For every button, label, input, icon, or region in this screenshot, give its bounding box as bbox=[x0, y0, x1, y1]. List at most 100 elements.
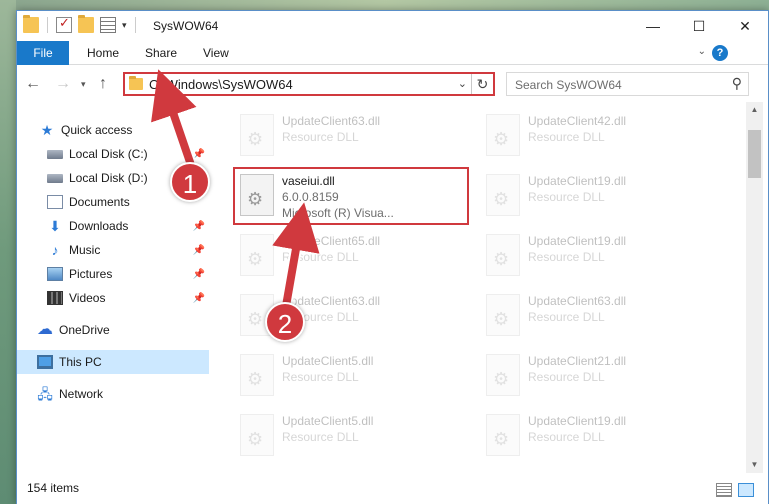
list-item[interactable]: UpdateClient5.dll Resource DLL bbox=[230, 348, 460, 406]
sidebar-item-label: Videos bbox=[69, 291, 106, 305]
list-item-vaseiui-dll[interactable]: vaseiui.dll 6.0.0.8159 Microsoft (R) Vis… bbox=[230, 168, 460, 226]
dll-file-icon bbox=[486, 174, 520, 216]
file-type: Resource DLL bbox=[528, 430, 605, 444]
recent-locations-chevron-icon[interactable]: ▾ bbox=[81, 79, 86, 90]
dll-file-icon bbox=[486, 414, 520, 456]
details-view-icon[interactable] bbox=[716, 483, 732, 497]
pin-icon: 📌 bbox=[192, 268, 205, 280]
video-icon bbox=[47, 291, 63, 305]
dll-file-icon bbox=[486, 354, 520, 396]
list-item[interactable]: UpdateClient19.dll Resource DLL bbox=[476, 228, 706, 286]
sidebar-item-label: OneDrive bbox=[59, 323, 110, 337]
scroll-down-icon[interactable]: ▼ bbox=[746, 457, 763, 473]
sidebar-item-label: Network bbox=[59, 387, 104, 401]
window-title: SysWOW64 bbox=[153, 19, 219, 33]
sidebar-item-this-pc[interactable]: This PC bbox=[17, 350, 209, 374]
refresh-icon[interactable]: ↻ bbox=[471, 74, 493, 94]
sidebar-item-pictures[interactable]: Pictures 📌 bbox=[17, 262, 209, 286]
help-icon[interactable]: ? bbox=[712, 45, 728, 61]
sidebar-item-label: Documents bbox=[69, 195, 130, 209]
customize-icon[interactable] bbox=[100, 17, 116, 33]
folder-icon bbox=[23, 15, 39, 33]
scrollbar-thumb[interactable] bbox=[748, 130, 761, 178]
sidebar-item-label: This PC bbox=[59, 355, 102, 369]
navigation-pane: ★ Quick access Local Disk (C:) 📌 Local D… bbox=[17, 102, 209, 473]
file-type: Resource DLL bbox=[282, 130, 359, 144]
search-box[interactable]: Search SysWOW64 ⚲ bbox=[506, 72, 749, 96]
sidebar-item-label: Pictures bbox=[69, 267, 113, 281]
dll-file-icon bbox=[486, 234, 520, 276]
file-name: UpdateClient63.dll bbox=[282, 114, 381, 128]
forward-arrow-icon[interactable]: → bbox=[55, 75, 71, 93]
sidebar-item-onedrive[interactable]: ☁ OneDrive bbox=[17, 318, 209, 342]
sidebar-item-quick-access[interactable]: ★ Quick access bbox=[17, 118, 209, 142]
sidebar-item-downloads[interactable]: ⬇ Downloads 📌 bbox=[17, 214, 209, 238]
step-badge-1: 1 bbox=[170, 162, 210, 202]
sidebar-item-music[interactable]: ♪ Music 📌 bbox=[17, 238, 209, 262]
file-type: Resource DLL bbox=[528, 190, 605, 204]
new-folder-icon[interactable] bbox=[78, 15, 94, 33]
list-item[interactable]: UpdateClient19.dll Resource DLL bbox=[476, 168, 706, 226]
desktop-background-top bbox=[0, 0, 769, 10]
desktop-background-left bbox=[0, 0, 16, 504]
tab-file[interactable]: File bbox=[17, 41, 69, 65]
sidebar-item-local-disk-c[interactable]: Local Disk (C:) 📌 bbox=[17, 142, 209, 166]
list-item[interactable]: UpdateClient65.dll Resource DLL bbox=[230, 228, 460, 286]
tab-share[interactable]: Share bbox=[135, 41, 187, 65]
file-company: Microsoft (R) Visua... bbox=[282, 206, 394, 220]
quick-access-toolbar: ▾ bbox=[23, 15, 138, 33]
tab-home[interactable]: Home bbox=[77, 41, 129, 65]
sidebar-item-label: Quick access bbox=[61, 123, 133, 137]
address-path[interactable]: C:\Windows\SysWOW64 bbox=[149, 77, 293, 92]
list-item[interactable]: UpdateClient5.dll Resource DLL bbox=[230, 408, 460, 466]
file-type: Resource DLL bbox=[282, 250, 359, 264]
list-item[interactable]: UpdateClient42.dll Resource DLL bbox=[476, 108, 706, 166]
maximize-button[interactable]: ☐ bbox=[676, 11, 722, 41]
minimize-button[interactable]: — bbox=[630, 11, 676, 41]
list-item[interactable]: UpdateClient63.dll Resource DLL bbox=[230, 108, 460, 166]
properties-check-icon[interactable] bbox=[56, 15, 72, 33]
file-name: UpdateClient19.dll bbox=[528, 414, 627, 428]
vertical-scrollbar[interactable]: ▲ ▼ bbox=[746, 102, 763, 473]
file-type: Resource DLL bbox=[528, 310, 605, 324]
disk-icon bbox=[47, 173, 63, 183]
pin-icon: 📌 bbox=[192, 220, 205, 232]
download-icon: ⬇ bbox=[49, 218, 61, 234]
address-bar[interactable]: C:\Windows\SysWOW64 ⌄ ↻ bbox=[123, 72, 495, 96]
window-controls: — ☐ ✕ bbox=[630, 11, 768, 41]
star-icon: ★ bbox=[40, 122, 54, 138]
file-name: UpdateClient42.dll bbox=[528, 114, 627, 128]
back-arrow-icon[interactable]: ← bbox=[25, 75, 41, 93]
file-name: vaseiui.dll bbox=[282, 174, 335, 188]
pin-icon: 📌 bbox=[192, 292, 205, 304]
file-type: Resource DLL bbox=[528, 130, 605, 144]
scroll-up-icon[interactable]: ▲ bbox=[746, 102, 763, 118]
disk-icon bbox=[47, 149, 63, 159]
list-item[interactable]: UpdateClient21.dll Resource DLL bbox=[476, 348, 706, 406]
dll-file-icon bbox=[240, 114, 274, 156]
explorer-window: ▾ SysWOW64 — ☐ ✕ File Home Share View ⌄ … bbox=[16, 10, 769, 504]
chevron-down-icon[interactable]: ⌄ bbox=[458, 77, 467, 90]
expand-ribbon-icon[interactable]: ⌄ bbox=[698, 46, 706, 57]
file-name: UpdateClient19.dll bbox=[528, 234, 627, 248]
file-list: UpdateClient63.dll Resource DLL vaseiui.… bbox=[210, 102, 745, 473]
folder-icon bbox=[129, 76, 143, 90]
pictures-icon bbox=[47, 267, 63, 281]
search-input[interactable]: Search SysWOW64 bbox=[515, 78, 622, 92]
separator bbox=[47, 17, 48, 33]
sidebar-item-network[interactable]: 🖧 Network bbox=[17, 382, 209, 406]
search-icon[interactable]: ⚲ bbox=[732, 75, 742, 92]
ribbon-tabs: File Home Share View ⌄ ? bbox=[17, 41, 768, 65]
sidebar-item-videos[interactable]: Videos 📌 bbox=[17, 286, 209, 310]
music-icon: ♪ bbox=[51, 242, 59, 258]
chevron-down-icon[interactable]: ▾ bbox=[122, 20, 127, 31]
pin-icon: 📌 bbox=[192, 148, 205, 160]
tab-view[interactable]: View bbox=[193, 41, 239, 65]
file-type: Resource DLL bbox=[282, 430, 359, 444]
pc-icon bbox=[37, 355, 53, 369]
list-item[interactable]: UpdateClient63.dll Resource DLL bbox=[476, 288, 706, 346]
close-button[interactable]: ✕ bbox=[722, 11, 768, 41]
list-item[interactable]: UpdateClient19.dll Resource DLL bbox=[476, 408, 706, 466]
up-arrow-icon[interactable]: ↑ bbox=[99, 75, 107, 93]
large-icons-view-icon[interactable] bbox=[738, 483, 754, 497]
